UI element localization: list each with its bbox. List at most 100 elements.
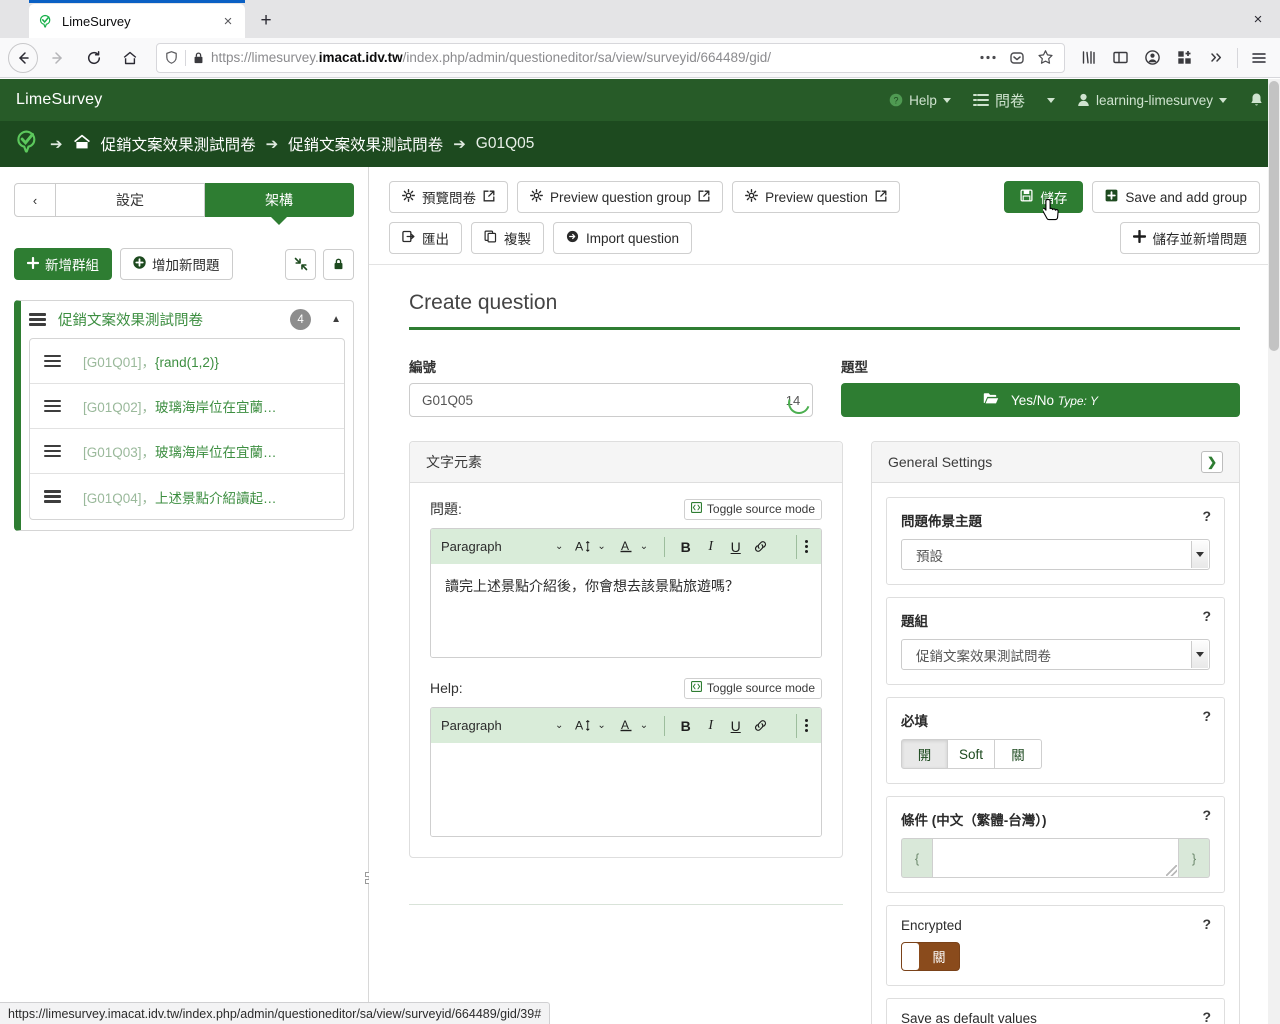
toggle-source-mode-question-button[interactable]: Toggle source mode (683, 498, 822, 520)
tracking-protection-icon[interactable] (164, 50, 179, 65)
paragraph-format-select[interactable]: Paragraph (441, 718, 553, 733)
breadcrumb-group[interactable]: 促銷文案效果測試問卷 (288, 133, 443, 155)
save-and-add-group-button[interactable]: Save and add group (1092, 181, 1260, 213)
save-button[interactable]: 儲存 (1004, 181, 1084, 221)
help-rich-text-editor[interactable]: Paragraph ⌄ A ⌄ A ⌄ B I U (430, 707, 822, 837)
question-label[interactable]: [G01Q01]，{rand(1,2)} (83, 351, 219, 371)
more-options-button[interactable] (796, 534, 811, 559)
drag-handle-icon[interactable] (44, 399, 61, 413)
chevron-up-icon[interactable]: ▲ (331, 314, 341, 325)
sidebar-tab-structure[interactable]: 架構 (205, 183, 354, 217)
italic-button[interactable]: I (699, 535, 722, 559)
surveys-menu[interactable]: 問卷 (972, 90, 1055, 111)
breadcrumb-logo-icon[interactable] (14, 129, 40, 160)
expand-settings-button[interactable]: ❯ (1201, 451, 1223, 473)
question-theme-select[interactable]: 預設 (901, 539, 1210, 570)
code-input[interactable] (410, 384, 774, 416)
italic-button[interactable]: I (699, 714, 722, 738)
help-marker[interactable]: ? (1202, 807, 1211, 823)
page-scrollbar[interactable] (1268, 79, 1280, 1024)
underline-button[interactable]: U (724, 535, 747, 559)
account-icon[interactable] (1137, 43, 1167, 73)
text-color-icon[interactable]: A (615, 714, 638, 738)
home-icon[interactable] (114, 42, 146, 74)
home-icon[interactable] (73, 134, 91, 155)
question-label[interactable]: [G01Q03]，玻璃海岸位在宜蘭… (83, 441, 277, 461)
sidebar-collapse-button[interactable]: ‹ (14, 183, 56, 217)
bookmark-star-icon[interactable] (1034, 49, 1057, 66)
drag-handle-icon[interactable] (44, 354, 61, 368)
help-marker[interactable]: ? (1202, 708, 1211, 724)
question-text-area[interactable]: 讀完上述景點介紹後，你會想去該景點旅遊嗎？ (431, 564, 821, 657)
question-group-select[interactable]: 促銷文案效果測試問卷 (901, 639, 1210, 670)
help-menu[interactable]: ? Help (889, 93, 951, 108)
window-close-button[interactable]: × (1244, 6, 1272, 32)
drag-handle-icon[interactable] (44, 444, 61, 458)
export-button[interactable]: 匯出 (389, 222, 462, 254)
more-options-button[interactable] (796, 713, 811, 738)
question-type-button[interactable]: Yes/No Type: Y (841, 383, 1240, 417)
chevron-down-icon[interactable]: ⌄ (597, 541, 605, 552)
drag-handle-icon[interactable] (29, 313, 46, 326)
text-color-icon[interactable]: A (615, 535, 638, 559)
browser-tab[interactable]: LimeSurvey × (29, 4, 245, 38)
list-item[interactable]: [G01Q03]，玻璃海岸位在宜蘭… (30, 429, 344, 474)
preview-survey-button[interactable]: 預覽問卷 (389, 181, 508, 213)
app-brand[interactable]: LimeSurvey (16, 91, 102, 109)
import-question-button[interactable]: Import question (553, 222, 693, 254)
help-marker[interactable]: ? (1202, 1009, 1211, 1024)
bold-button[interactable]: B (674, 714, 697, 738)
library-icon[interactable] (1073, 43, 1103, 73)
question-group-header[interactable]: 促銷文案效果測試問卷 4 ▲ (21, 301, 353, 338)
question-rich-text-editor[interactable]: Paragraph ⌄ A ⌄ A ⌄ B I U 讀完上述景點介紹後，你會想去… (430, 528, 822, 658)
mandatory-option-soft[interactable]: Soft (948, 739, 995, 769)
chevron-down-icon[interactable]: ⌄ (555, 720, 563, 731)
list-item[interactable]: [G01Q04]，上述景點介紹讀起… (30, 474, 344, 519)
resize-grip-icon[interactable] (1166, 865, 1177, 876)
overflow-chevrons-icon[interactable] (1201, 43, 1231, 73)
lock-icon[interactable] (323, 248, 354, 280)
lock-icon[interactable] (192, 51, 205, 65)
close-tab-icon[interactable]: × (219, 12, 237, 30)
reload-icon[interactable] (78, 42, 110, 74)
chevron-down-icon[interactable]: ⌄ (640, 541, 648, 552)
app-menu-icon[interactable] (1244, 43, 1274, 73)
encrypted-toggle[interactable]: 關 (901, 942, 960, 971)
list-item[interactable]: [G01Q02]，玻璃海岸位在宜蘭… (30, 384, 344, 429)
font-size-icon[interactable]: A (572, 714, 595, 738)
chevron-down-icon[interactable]: ⌄ (640, 720, 648, 731)
back-icon[interactable] (8, 42, 38, 73)
extensions-icon[interactable] (1169, 43, 1199, 73)
question-label[interactable]: [G01Q04]，上述景點介紹讀起… (83, 487, 277, 507)
page-actions-icon[interactable] (976, 55, 1000, 60)
add-group-button[interactable]: 新增群組 (14, 248, 112, 280)
copy-button[interactable]: 複製 (471, 222, 544, 254)
list-item[interactable]: [G01Q01]，{rand(1,2)} (30, 339, 344, 384)
help-text-area[interactable] (431, 743, 821, 836)
help-marker[interactable]: ? (1202, 916, 1211, 932)
url-bar[interactable]: https://limesurvey.imacat.idv.tw/index.p… (156, 42, 1065, 73)
relevance-input[interactable] (932, 838, 1179, 878)
mandatory-option-off[interactable]: 關 (995, 739, 1042, 769)
link-icon[interactable] (749, 714, 772, 738)
sidebar-icon[interactable] (1105, 43, 1135, 73)
preview-question-button[interactable]: Preview question (732, 181, 900, 213)
add-question-button[interactable]: 增加新問題 (120, 248, 233, 280)
mandatory-option-on[interactable]: 開 (901, 739, 948, 769)
scrollbar-thumb[interactable] (1269, 81, 1279, 351)
help-marker[interactable]: ? (1202, 608, 1211, 624)
bold-button[interactable]: B (674, 535, 697, 559)
question-group-title[interactable]: 促銷文案效果測試問卷 (58, 309, 278, 330)
chevron-down-icon[interactable]: ⌄ (555, 541, 563, 552)
breadcrumb-survey[interactable]: 促銷文案效果測試問卷 (101, 133, 256, 155)
collapse-all-icon[interactable] (285, 248, 316, 280)
save-to-pocket-icon[interactable] (1006, 50, 1028, 66)
notifications-bell-icon[interactable] (1249, 92, 1264, 108)
user-menu[interactable]: learning-limesurvey (1077, 93, 1227, 108)
font-size-icon[interactable]: A (572, 535, 595, 559)
question-label[interactable]: [G01Q02]，玻璃海岸位在宜蘭… (83, 396, 277, 416)
chevron-down-icon[interactable]: ⌄ (597, 720, 605, 731)
paragraph-format-select[interactable]: Paragraph (441, 539, 553, 554)
drag-handle-icon[interactable] (44, 490, 61, 503)
underline-button[interactable]: U (724, 714, 747, 738)
